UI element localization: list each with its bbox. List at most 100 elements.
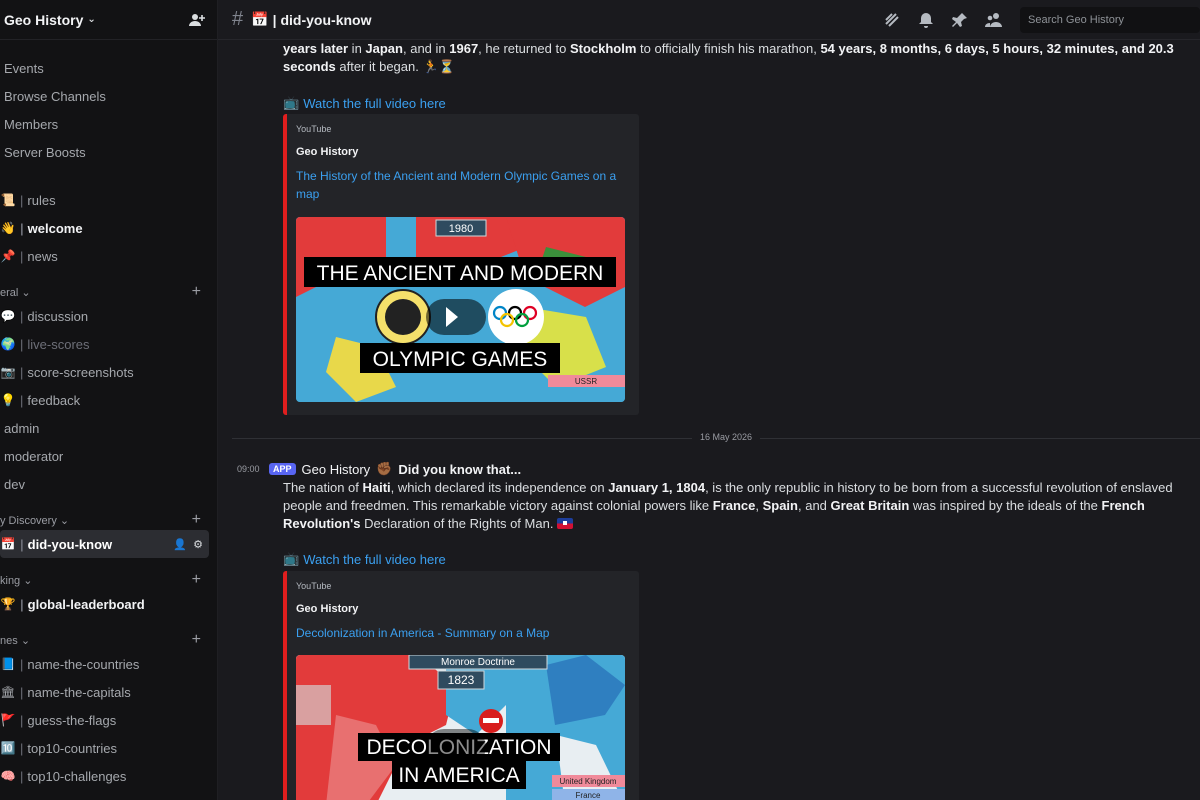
- channel-score-screenshots[interactable]: 📷 | score-screenshots: [0, 358, 217, 386]
- link-browse-channels[interactable]: Browse Channels: [0, 82, 217, 110]
- channel-name-the-capitals[interactable]: 🏛 | name-the-capitals: [0, 678, 217, 706]
- category-discovery[interactable]: y Discovery ⌄ +: [0, 510, 217, 530]
- channel-label: name-the-capitals: [27, 684, 131, 700]
- lightbulb-icon: 💡: [0, 393, 16, 407]
- separator: |: [20, 248, 24, 264]
- separator: |: [20, 392, 24, 408]
- add-channel-icon[interactable]: +: [192, 571, 201, 589]
- watch-video-link[interactable]: 📺 Watch the full video here: [283, 551, 446, 567]
- calendar-icon: 📅: [251, 11, 269, 27]
- separator: |: [20, 308, 24, 324]
- chevron-down-icon: ⌄: [87, 14, 96, 25]
- red-flag-icon: 🚩: [0, 713, 16, 727]
- channel-label: live-scores: [27, 336, 90, 352]
- channel-did-you-know[interactable]: 📅 | did-you-know 👤 ⚙: [0, 530, 209, 558]
- message-header: 09:00 APP Geo History ✊🏾 Did you know th…: [237, 461, 521, 477]
- camera-icon: 📷: [0, 365, 16, 379]
- add-channel-icon[interactable]: +: [192, 283, 201, 301]
- threads-icon[interactable]: [882, 10, 902, 30]
- tv-icon: 📺: [283, 95, 300, 110]
- channel-moderator[interactable]: moderator: [0, 442, 217, 470]
- add-channel-icon[interactable]: +: [192, 631, 201, 649]
- link-server-boosts[interactable]: Server Boosts: [0, 138, 217, 166]
- channel-header: # 📅 | did-you-know Search Geo History: [218, 0, 1200, 40]
- category-games[interactable]: nes ⌄ +: [0, 630, 217, 650]
- thumb-year: 1980: [449, 223, 473, 235]
- channel-discussion[interactable]: 💬 | discussion: [0, 302, 217, 330]
- separator: |: [20, 220, 24, 236]
- channel-top10-countries[interactable]: 🔟 | top10-countries: [0, 734, 217, 762]
- channel-feedback[interactable]: 💡 | feedback: [0, 386, 217, 414]
- invite-people-icon[interactable]: [187, 10, 207, 30]
- globe-icon: 🌍: [0, 337, 16, 351]
- channel-label: score-screenshots: [27, 364, 134, 380]
- channel-live-scores[interactable]: 🌍 | live-scores: [0, 330, 217, 358]
- date-divider: 16 May 2026: [232, 432, 1200, 442]
- embed-provider[interactable]: YouTube: [296, 581, 331, 591]
- bell-icon[interactable]: [916, 10, 936, 30]
- chevron-down-icon: ⌄: [21, 286, 31, 299]
- separator: |: [20, 684, 24, 700]
- channel-global-leaderboard[interactable]: 🏆 | global-leaderboard: [0, 590, 217, 618]
- server-name: Geo History: [4, 11, 84, 28]
- channel-welcome[interactable]: 👋 | welcome: [0, 214, 217, 242]
- channel-label: top10-challenges: [27, 768, 127, 784]
- channel-rules[interactable]: 📜 | rules: [0, 186, 217, 214]
- link-label: Watch the full video here: [303, 551, 446, 567]
- channel-dev[interactable]: dev: [0, 470, 217, 498]
- link-members[interactable]: Members: [0, 110, 217, 138]
- link-events[interactable]: Events: [0, 54, 217, 82]
- channel-guess-the-flags[interactable]: 🚩 | guess-the-flags: [0, 706, 217, 734]
- members-icon[interactable]: [984, 10, 1004, 30]
- channel-news[interactable]: 📌 | news: [0, 242, 217, 270]
- hash-icon: #: [232, 8, 244, 30]
- brain-icon: 🧠: [0, 769, 16, 783]
- video-thumbnail[interactable]: Monroe Doctrine 1823 DECOLONIZATION IN A…: [296, 655, 625, 800]
- watch-video-link[interactable]: 📺 Watch the full video here: [283, 95, 446, 111]
- category-label: nes: [0, 634, 18, 647]
- thumb-tag1: United Kingdom: [560, 777, 617, 786]
- raised-fist-icon: ✊🏾: [376, 461, 393, 476]
- channel-label: discussion: [27, 308, 89, 324]
- channel-admin[interactable]: admin: [0, 414, 217, 442]
- channel-label: rules: [27, 192, 56, 208]
- embed-author[interactable]: Geo History: [296, 146, 358, 158]
- separator: |: [20, 364, 24, 380]
- server-header[interactable]: Geo History ⌄: [0, 0, 217, 40]
- embed-title[interactable]: The History of the Ancient and Modern Ol…: [296, 167, 626, 203]
- category-general[interactable]: eral ⌄ +: [0, 282, 217, 302]
- video-thumbnail[interactable]: 1980 THE ANCIENT AND MODERN OLYMPIC GAME…: [296, 217, 625, 402]
- channel-name-the-countries[interactable]: 📘 | name-the-countries: [0, 650, 217, 678]
- top-links: Events Browse Channels Members Server Bo…: [0, 40, 217, 166]
- thumb-banner: Monroe Doctrine: [441, 657, 515, 668]
- link-label: Browse Channels: [4, 88, 106, 104]
- invite-icon[interactable]: 👤: [173, 538, 187, 551]
- youtube-embed: YouTube Geo History The History of the A…: [283, 114, 639, 415]
- message-author[interactable]: Geo History: [302, 462, 371, 477]
- separator: |: [20, 192, 24, 208]
- chat-main: # 📅 | did-you-know Search Geo History ye…: [218, 0, 1200, 800]
- embed-author[interactable]: Geo History: [296, 603, 358, 615]
- add-channel-icon[interactable]: +: [192, 511, 201, 529]
- separator: |: [20, 656, 24, 672]
- olympics-thumbnail-image: 1980 THE ANCIENT AND MODERN OLYMPIC GAME…: [296, 217, 625, 402]
- book-icon: 📘: [0, 657, 16, 671]
- wave-icon: 👋: [0, 221, 16, 235]
- header-toolbar: Search Geo History: [882, 6, 1200, 33]
- link-label: Events: [4, 60, 44, 76]
- pin-icon[interactable]: [950, 10, 970, 30]
- embed-provider[interactable]: YouTube: [296, 124, 331, 134]
- classical-building-icon: 🏛: [0, 685, 16, 699]
- embed-title[interactable]: Decolonization in America - Summary on a…: [296, 624, 626, 642]
- channel-top10-challenges[interactable]: 🧠 | top10-challenges: [0, 762, 217, 790]
- channel-label: dev: [4, 476, 25, 492]
- link-label: Members: [4, 116, 59, 132]
- message-body: years later in Japan, and in 1967, he re…: [283, 41, 1174, 74]
- scroll-icon: 📜: [0, 193, 16, 207]
- channel-label: feedback: [27, 392, 81, 408]
- search-input[interactable]: Search Geo History: [1020, 6, 1200, 33]
- category-ranking[interactable]: king ⌄ +: [0, 570, 217, 590]
- gear-icon[interactable]: ⚙: [193, 538, 203, 551]
- date-label: 16 May 2026: [692, 432, 761, 442]
